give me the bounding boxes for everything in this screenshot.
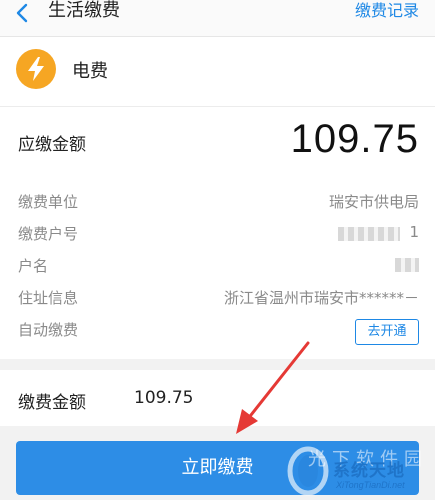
detail-label-address: 住址信息 [18, 289, 79, 307]
detail-label-autopay: 自动缴费 [18, 321, 79, 339]
lightning-bolt-icon [16, 49, 56, 89]
payment-amount-label: 缴费金额 [18, 393, 86, 413]
top-nav-bar: 生活缴费 缴费记录 [0, 0, 435, 37]
watermark-text: 系统天地 [333, 461, 405, 481]
masked-account-number [338, 227, 400, 241]
payment-amount-bar: 缴费金额 109.75 [0, 370, 435, 426]
detail-label-company: 缴费单位 [18, 193, 79, 211]
biller-name: 电费 [72, 61, 108, 82]
bill-detail-card: 电费 应缴金额 109.75 缴费单位 瑞安市供电局 缴费户号 1 户名 住址信… [0, 37, 435, 359]
chevron-left-icon[interactable] [12, 2, 32, 24]
detail-value-address: 浙江省温州市瑞安市******－ [223, 289, 419, 307]
divider [0, 106, 435, 107]
enable-autopay-button[interactable]: 去开通 [355, 319, 419, 345]
payment-amount-value[interactable]: 109.75 [134, 388, 193, 408]
masked-account-name [395, 258, 419, 272]
page-title: 生活缴费 [48, 0, 120, 21]
detail-value-company: 瑞安市供电局 [328, 193, 419, 211]
amount-due-label: 应缴金额 [18, 135, 86, 155]
amount-due-value: 109.75 [290, 117, 419, 161]
watermark-subtext: XiTongTianDi.net [336, 480, 405, 490]
detail-label-account: 缴费户号 [18, 225, 79, 243]
detail-label-name: 户名 [18, 257, 49, 275]
payment-history-link[interactable]: 缴费记录 [355, 0, 419, 22]
detail-value-account: 1 [409, 223, 419, 241]
